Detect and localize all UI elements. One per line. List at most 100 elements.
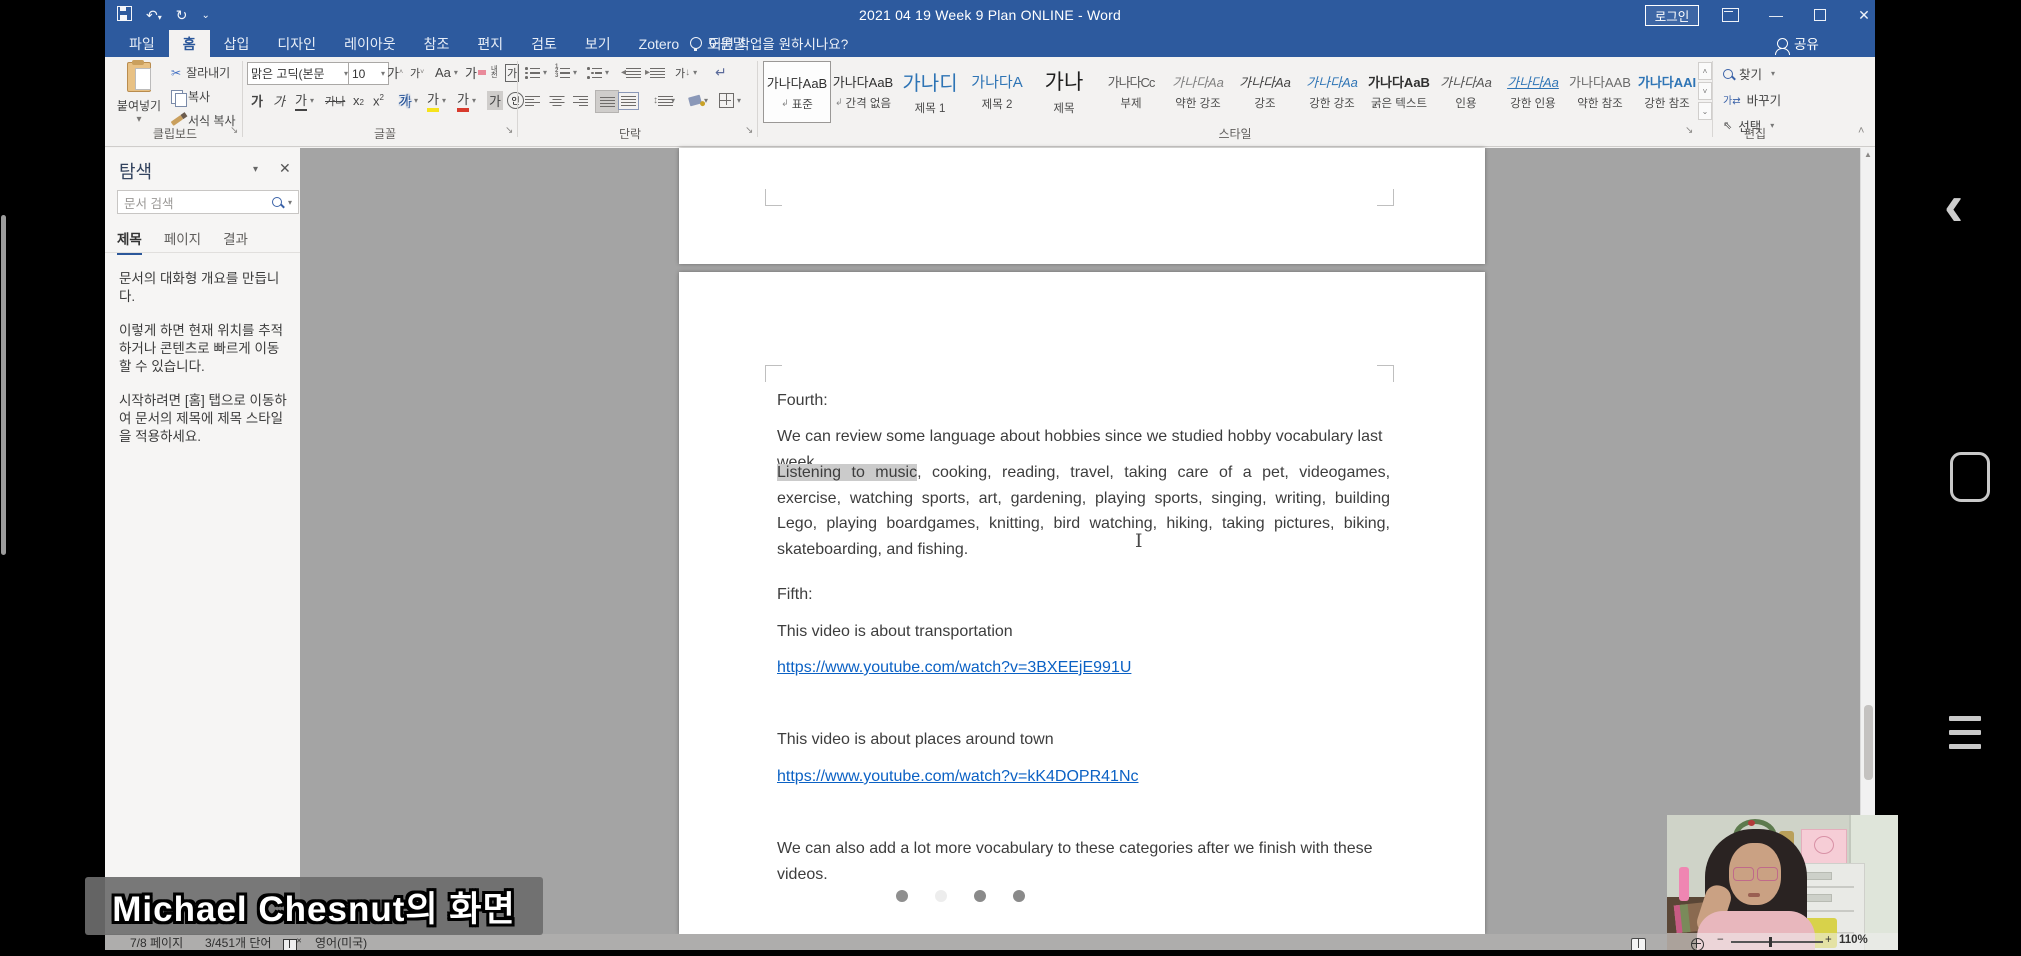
menu-bars-icon[interactable] [1949,716,1981,758]
tab-파일[interactable]: 파일 [115,30,169,57]
tell-me-box[interactable]: 어떤 작업을 원하시나요? [690,33,848,53]
rounded-square-icon[interactable] [1950,452,1990,502]
style-강한 참조[interactable]: 가나다AAI강한 참조 [1634,61,1700,121]
language-indicator[interactable]: 영어(미국) [315,934,367,951]
numbering-button[interactable]: 123▾ [555,62,577,83]
scrollbar-up-icon[interactable]: ▲ [1864,150,1872,159]
justify-button[interactable] [595,90,619,113]
align-right-button[interactable] [573,90,588,111]
character-shading-button[interactable]: 가 [487,90,503,111]
navpane-tab-제목[interactable]: 제목 [117,228,142,255]
paragraph-dialog-launcher-icon[interactable]: ↘ [745,125,753,136]
ribbon-display-options-icon[interactable] [1715,0,1745,30]
styles-gallery-expand-icon[interactable]: ⌄ [1698,102,1712,120]
font-size-select[interactable]: 10▾ [348,62,389,85]
proofing-status-icon[interactable] [283,939,297,950]
shading-button[interactable]: ▾ [689,90,708,111]
style-강한 인용[interactable]: 가나다Aa강한 인용 [1500,61,1566,121]
style-강한 강조[interactable]: 가나다Aa강한 강조 [1299,61,1365,121]
style-굵은 텍스트[interactable]: 가나다AaB굵은 텍스트 [1366,61,1432,121]
collapse-ribbon-icon[interactable]: ˄ [1858,125,1864,137]
distribute-button[interactable] [621,90,636,111]
zoom-out-icon[interactable]: − [1717,934,1724,946]
font-color-button[interactable]: 가▾ [457,90,476,111]
navpane-tab-페이지[interactable]: 페이지 [164,228,201,255]
find-button[interactable]: 찾기▾ [1723,64,1775,83]
page-indicator[interactable]: 7/8 페이지 [130,934,183,951]
navpane-tab-결과[interactable]: 결과 [223,228,248,255]
read-mode-icon[interactable] [1631,938,1646,951]
replace-button[interactable]: 가⇄ 바꾸기 [1723,90,1781,109]
tab-참조[interactable]: 참조 [410,30,464,57]
style-표준[interactable]: 가나다AaB↲표준 [763,61,831,123]
style-부제[interactable]: 가나다Cc부제 [1098,61,1164,121]
bullets-button[interactable]: ▾ [525,62,547,83]
tab-삽입[interactable]: 삽입 [210,30,264,57]
cut-button[interactable]: ✂ 잘라내기 [171,64,230,81]
font-name-select[interactable]: 맑은 고딕(본문▾ [247,62,352,85]
paste-button[interactable]: 붙여넣기 ▾ [113,62,165,134]
style-약한 참조[interactable]: 가나다AAB약한 참조 [1567,61,1633,121]
tab-Zotero[interactable]: Zotero [625,30,693,57]
close-icon[interactable]: ✕ [1849,0,1875,30]
style-제목 1[interactable]: 가나디제목 1 [897,61,963,121]
copy-button[interactable]: 복사 [171,88,210,105]
multilevel-list-button[interactable]: ▾ [587,62,609,83]
tab-검토[interactable]: 검토 [517,30,571,57]
align-center-button[interactable] [549,90,564,111]
scrollbar-thumb[interactable] [1864,705,1873,780]
share-button[interactable]: 공유 [1777,33,1819,53]
tab-디자인[interactable]: 디자인 [263,30,330,57]
clear-formatting-button[interactable]: 가 [465,62,486,83]
phonetic-guide-button[interactable]: 내천 [491,62,497,83]
word-count[interactable]: 3/451개 단어 [205,934,271,951]
web-layout-icon[interactable] [1691,938,1704,950]
zoom-slider-track[interactable] [1731,941,1823,943]
tab-보기[interactable]: 보기 [571,30,625,57]
document-page-current[interactable]: Fourth:We can review some language about… [679,272,1485,934]
document-page-previous[interactable] [679,148,1485,264]
youtube-link[interactable]: https://www.youtube.com/watch?v=kK4DOPR4… [777,768,1139,785]
line-spacing-button[interactable]: ↕▾ [653,90,675,111]
tab-편지[interactable]: 편지 [463,30,517,57]
style-강조[interactable]: 가나다Aa강조 [1232,61,1298,121]
style-간격 없음[interactable]: 가나다AaB↲간격 없음 [830,61,896,121]
borders-button[interactable]: ▾ [719,90,741,111]
tab-홈[interactable]: 홈 [169,30,210,57]
styles-dialog-launcher-icon[interactable]: ↘ [1685,125,1693,136]
document-canvas[interactable]: Fourth:We can review some language about… [300,148,1860,934]
shrink-font-button[interactable]: 가˅ [410,62,424,83]
navigation-pane-close-icon[interactable]: ✕ [279,160,291,177]
show-paragraph-marks-button[interactable]: ↵ [715,62,727,83]
grow-font-button[interactable]: 가˄ [387,62,403,83]
bold-button[interactable]: 가 [251,90,263,111]
style-제목 2[interactable]: 가나다A제목 2 [964,61,1030,121]
login-button[interactable]: 로그인 [1645,5,1699,26]
style-제목[interactable]: 가나제목 [1031,61,1097,121]
highlight-button[interactable]: 가▾ [427,90,446,111]
strikethrough-button[interactable]: 가나 [325,90,345,111]
minimize-icon[interactable]: — [1761,0,1791,30]
clipboard-dialog-launcher-icon[interactable]: ↘ [230,125,238,136]
change-case-button[interactable]: Aa▾ [435,62,458,83]
superscript-button[interactable]: x2 [373,90,384,111]
restore-icon[interactable] [1805,0,1835,30]
enclose-characters-button[interactable]: 인 [507,90,524,111]
back-chevron-icon[interactable]: ‹ [1944,172,1963,239]
navigation-pane-dropdown-icon[interactable]: ▾ [253,164,258,175]
search-dropdown-icon[interactable]: ▾ [288,198,292,207]
zoom-slider-thumb[interactable] [1769,937,1772,947]
decrease-indent-button[interactable]: ◂ [621,62,636,83]
zoom-level[interactable]: 110% [1839,934,1868,946]
increase-indent-button[interactable]: ▸ [645,62,660,83]
font-dialog-launcher-icon[interactable]: ↘ [505,125,513,136]
style-인용[interactable]: 가나다Aa인용 [1433,61,1499,121]
document-search-input[interactable]: 문서 검색 ▾ [117,190,299,214]
italic-button[interactable]: 가 [273,90,285,111]
side-drag-handle[interactable] [1,215,6,555]
underline-button[interactable]: 가▾ [295,90,314,111]
tab-레이아웃[interactable]: 레이아웃 [330,30,410,57]
styles-scroll-down-icon[interactable]: ˅ [1698,82,1712,100]
align-left-button[interactable] [525,90,540,111]
youtube-link[interactable]: https://www.youtube.com/watch?v=3BXEEjE9… [777,659,1131,676]
